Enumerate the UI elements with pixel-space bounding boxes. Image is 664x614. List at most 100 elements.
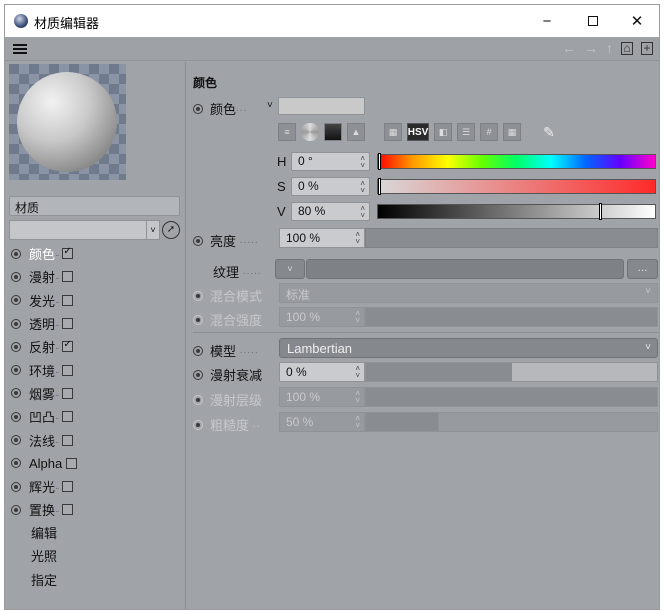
hamburger-menu-icon[interactable] — [13, 44, 27, 54]
channel-fog[interactable]: 烟雾 .. — [11, 382, 181, 405]
spinner-icon[interactable]: ˄ ˅ — [355, 365, 360, 380]
brightness-slider[interactable] — [365, 228, 658, 248]
color-mode-chevron-icon[interactable]: ˅ — [267, 100, 273, 111]
image-picker-icon[interactable]: ▲ — [347, 123, 365, 141]
texture-menu-chevron-icon[interactable]: ˅ — [275, 259, 305, 279]
channel-label: 辉光 — [29, 480, 56, 496]
eyedropper-icon[interactable]: ✎ — [540, 123, 558, 141]
value-slider[interactable] — [377, 203, 656, 220]
hue-input[interactable]: 0 ° ˄ ˅ — [291, 152, 370, 171]
channel-reflectance[interactable]: 反射 .. — [11, 335, 181, 358]
texture-field[interactable] — [306, 259, 624, 279]
lock-icon[interactable]: ⌂ — [621, 42, 633, 55]
channel-checkbox[interactable] — [62, 504, 74, 516]
value-input[interactable]: 80 % ˄ ˅ — [291, 202, 370, 221]
channel-checkbox[interactable] — [62, 318, 74, 330]
texture-browse-button[interactable]: ... — [627, 259, 658, 279]
animate-radio-icon[interactable] — [11, 481, 21, 492]
close-button[interactable]: ✕ — [614, 5, 659, 37]
maximize-button[interactable] — [570, 5, 616, 37]
channel-label: 颜色 — [29, 247, 56, 263]
channel-checkbox[interactable] — [62, 271, 74, 283]
channel-checkbox[interactable] — [62, 364, 74, 376]
up-arrow-icon[interactable]: ↑ — [606, 40, 613, 56]
channel-transparency[interactable]: 透明 .. — [11, 312, 181, 335]
animate-radio-icon[interactable] — [11, 458, 21, 469]
hex-mode-icon[interactable]: # — [480, 123, 498, 141]
model-row: 模型 ..... — [193, 341, 259, 360]
channel-normal[interactable]: 法线 .. — [11, 428, 181, 451]
model-dropdown[interactable]: Lambertian ˅ — [279, 338, 658, 358]
channel-glow[interactable]: 辉光 .. — [11, 475, 181, 498]
animate-radio-icon[interactable] — [11, 435, 21, 446]
collapse-icon[interactable]: ≡ — [278, 123, 296, 141]
sidebar-item-assignment[interactable]: 指定 — [11, 569, 181, 593]
hue-slider-handle[interactable] — [378, 153, 381, 170]
channel-color[interactable]: 颜色 .. — [11, 242, 181, 265]
hsv-mode-button[interactable]: HSV — [407, 123, 429, 141]
animate-radio-icon[interactable] — [11, 411, 21, 422]
diffuse-level-input: 100 % ˄ ˅ — [279, 387, 365, 407]
animate-radio-icon[interactable] — [11, 365, 21, 376]
pick-cursor-icon[interactable]: ➚ — [162, 221, 180, 239]
animate-radio-icon[interactable] — [11, 341, 21, 352]
sidebar-item-illumination[interactable]: 光照 — [11, 545, 181, 569]
diffuse-falloff-input[interactable]: 0 % ˄ ˅ — [279, 362, 365, 382]
animate-radio-icon[interactable] — [11, 248, 21, 259]
material-name-field[interactable]: 材质 — [9, 196, 180, 216]
channel-checkbox[interactable] — [62, 411, 74, 423]
spinner-icon[interactable]: ˄ ˅ — [360, 180, 365, 195]
saturation-slider[interactable] — [377, 178, 656, 195]
color-wheel-icon[interactable] — [301, 123, 319, 141]
spinner-icon[interactable]: ˄ ˅ — [360, 205, 365, 220]
brightness-input[interactable]: 100 % ˄ ˅ — [279, 228, 365, 248]
channel-label: 凹凸 — [29, 410, 56, 426]
diffuse-falloff-slider[interactable] — [365, 362, 658, 382]
animate-radio-icon — [193, 290, 203, 301]
animate-radio-icon[interactable] — [193, 369, 203, 380]
channel-checkbox[interactable] — [62, 339, 74, 353]
value-slider-handle[interactable] — [598, 203, 602, 220]
hue-slider[interactable] — [377, 153, 656, 170]
channel-bump[interactable]: 凹凸 .. — [11, 405, 181, 428]
animate-radio-icon[interactable] — [11, 504, 21, 515]
saturation-slider-handle[interactable] — [378, 178, 381, 195]
animate-radio-icon[interactable] — [11, 271, 21, 282]
back-arrow-icon[interactable]: ← — [562, 40, 576, 56]
layer-dropdown-chevron-icon[interactable]: ˅ — [146, 220, 160, 240]
animate-radio-icon[interactable] — [11, 295, 21, 306]
layer-field[interactable] — [9, 220, 159, 240]
animate-radio-icon[interactable] — [11, 318, 21, 329]
channel-checkbox[interactable] — [62, 246, 74, 260]
saturation-input[interactable]: 0 % ˄ ˅ — [291, 177, 370, 196]
color-swatch[interactable] — [278, 97, 365, 115]
channel-alpha[interactable]: Alpha — [11, 452, 181, 475]
mixer-mode-icon[interactable]: ☰ — [457, 123, 475, 141]
animate-radio-icon[interactable] — [193, 235, 203, 246]
channel-checkbox[interactable] — [62, 294, 74, 306]
spinner-icon[interactable]: ˄ ˅ — [360, 155, 365, 170]
rgb-mode-icon[interactable]: ▦ — [384, 123, 402, 141]
animate-radio-icon[interactable] — [193, 345, 203, 356]
channel-checkbox[interactable] — [62, 434, 74, 446]
channel-label: 环境 — [29, 363, 56, 379]
channel-checkbox[interactable] — [62, 481, 74, 493]
channel-luminance[interactable]: 发光 .. — [11, 289, 181, 312]
spinner-icon[interactable]: ˄ ˅ — [355, 231, 360, 246]
new-window-icon[interactable]: + — [641, 42, 653, 55]
material-preview[interactable] — [9, 64, 126, 180]
animate-radio-icon[interactable] — [11, 388, 21, 399]
channel-environment[interactable]: 环境 .. — [11, 358, 181, 381]
channel-checkbox[interactable] — [66, 457, 78, 469]
value-row: V 80 % ˄ ˅ — [277, 202, 370, 221]
forward-arrow-icon[interactable]: → — [584, 40, 598, 56]
kelvin-mode-icon[interactable]: ◧ — [434, 123, 452, 141]
channel-diffusion[interactable]: 漫射 .. — [11, 265, 181, 288]
sidebar-item-editor[interactable]: 编辑 — [11, 522, 181, 546]
swatches-icon[interactable]: ▦ — [503, 123, 521, 141]
spectrum-icon[interactable] — [324, 123, 342, 141]
channel-checkbox[interactable] — [62, 387, 74, 399]
minimize-button[interactable]: − — [524, 5, 570, 37]
channel-displacement[interactable]: 置换 .. — [11, 498, 181, 521]
animate-radio-icon[interactable] — [193, 103, 203, 114]
